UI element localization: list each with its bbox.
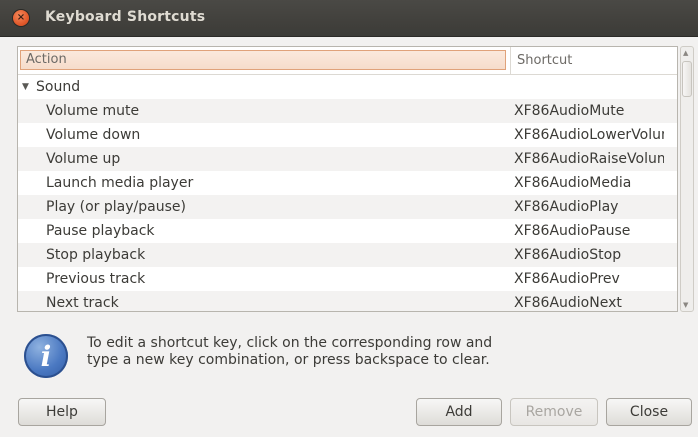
column-header-shortcut[interactable]: Shortcut <box>510 47 677 74</box>
row-shortcut[interactable]: XF86AudioPrev <box>514 267 664 291</box>
table-row[interactable]: Next track XF86AudioNext <box>18 291 677 311</box>
tree-header: Action Shortcut <box>18 47 677 75</box>
row-action: Volume down <box>46 127 141 143</box>
row-shortcut[interactable]: XF86AudioMute <box>514 99 664 123</box>
scroll-down-arrow-icon[interactable]: ▼ <box>683 301 688 309</box>
title-bar: × Keyboard Shortcuts <box>0 0 698 37</box>
add-button[interactable]: Add <box>416 398 502 426</box>
help-button[interactable]: Help <box>18 398 106 426</box>
table-row[interactable]: Volume down XF86AudioLowerVolum <box>18 123 677 147</box>
row-action: Previous track <box>46 271 146 287</box>
info-message-line: To edit a shortcut key, click on the cor… <box>87 335 493 351</box>
vertical-scrollbar[interactable]: ▲ ▼ <box>680 46 694 312</box>
scroll-up-arrow-icon[interactable]: ▲ <box>683 49 688 57</box>
row-action: Volume mute <box>46 103 140 119</box>
tree-group-sound[interactable]: ▼ Sound <box>18 75 677 99</box>
table-row[interactable]: Launch media player XF86AudioMedia <box>18 171 677 195</box>
close-icon: × <box>16 12 26 23</box>
close-button[interactable]: Close <box>606 398 692 426</box>
table-row[interactable]: Play (or play/pause) XF86AudioPlay <box>18 195 677 219</box>
table-row[interactable]: Stop playback XF86AudioStop <box>18 243 677 267</box>
row-action: Pause playback <box>46 223 155 239</box>
row-action: Next track <box>46 295 119 311</box>
row-shortcut[interactable]: XF86AudioRaiseVolum <box>514 147 664 171</box>
table-row[interactable]: Volume mute XF86AudioMute <box>18 99 677 123</box>
row-action: Volume up <box>46 151 121 167</box>
table-row[interactable]: Previous track XF86AudioPrev <box>18 267 677 291</box>
row-action: Stop playback <box>46 247 146 263</box>
scrollbar-thumb[interactable] <box>682 61 692 97</box>
info-message: To edit a shortcut key, click on the cor… <box>87 335 527 369</box>
row-shortcut[interactable]: XF86AudioPlay <box>514 195 664 219</box>
expander-arrow-icon[interactable]: ▼ <box>22 78 29 96</box>
column-header-action[interactable]: Action <box>20 50 506 70</box>
table-row[interactable]: Volume up XF86AudioRaiseVolum <box>18 147 677 171</box>
tree-rows: ▼ Sound Volume mute XF86AudioMute Volume… <box>18 75 677 311</box>
info-message-line: type a new key combination, or press bac… <box>87 352 490 368</box>
info-icon: i <box>24 334 68 378</box>
table-row[interactable]: Pause playback XF86AudioPause <box>18 219 677 243</box>
row-action: Play (or play/pause) <box>46 199 186 215</box>
row-shortcut[interactable]: XF86AudioPause <box>514 219 664 243</box>
row-shortcut[interactable]: XF86AudioLowerVolum <box>514 123 664 147</box>
group-label: Sound <box>36 79 81 95</box>
window-close-button[interactable]: × <box>13 10 29 26</box>
row-action: Launch media player <box>46 175 194 191</box>
window-title: Keyboard Shortcuts <box>45 9 206 25</box>
keyboard-shortcuts-window: × Keyboard Shortcuts Action Shortcut ▼ S… <box>0 0 698 437</box>
shortcuts-tree-view[interactable]: Action Shortcut ▼ Sound Volume mute XF86… <box>17 46 678 312</box>
row-shortcut[interactable]: XF86AudioMedia <box>514 171 664 195</box>
remove-button[interactable]: Remove <box>510 398 598 426</box>
info-icon-glyph: i <box>40 340 52 373</box>
row-shortcut[interactable]: XF86AudioNext <box>514 291 664 311</box>
row-shortcut[interactable]: XF86AudioStop <box>514 243 664 267</box>
